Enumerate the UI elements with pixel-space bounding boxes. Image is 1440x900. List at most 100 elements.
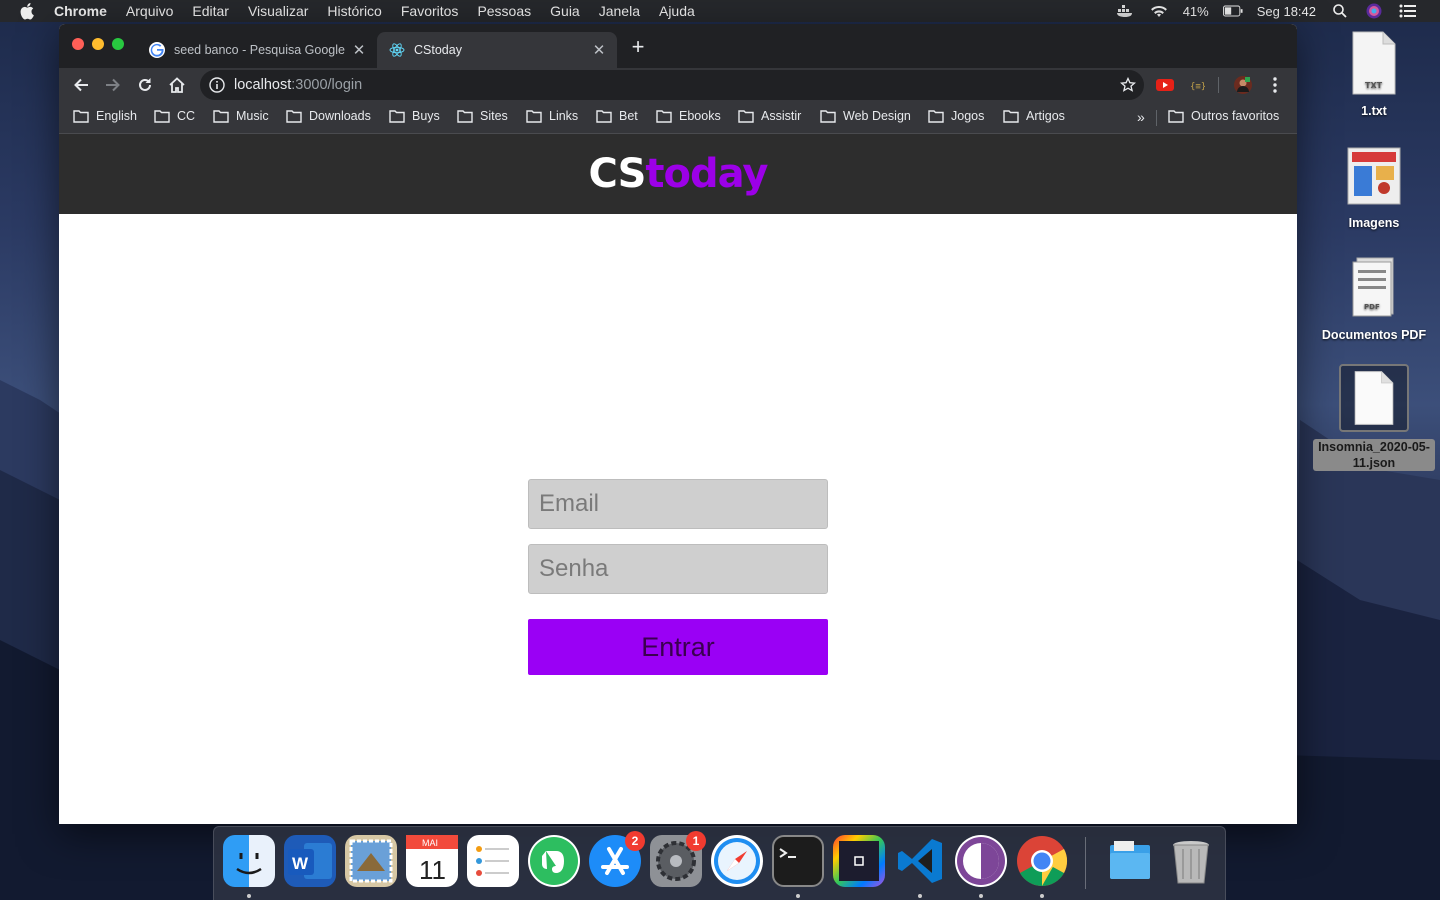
battery-icon[interactable] xyxy=(1222,3,1243,19)
minimize-window-button[interactable] xyxy=(92,38,104,50)
bookmark-folder-artigos[interactable]: Artigos xyxy=(1003,109,1065,123)
menu-favoritos[interactable]: Favoritos xyxy=(401,3,459,19)
desktop-folder-documentos-pdf[interactable]: PDF Documentos PDF xyxy=(1309,254,1439,343)
reminders-icon[interactable] xyxy=(467,835,519,887)
tor-browser-icon[interactable] xyxy=(955,835,1007,887)
login-form: Entrar xyxy=(528,479,828,675)
bookmark-folder-bet[interactable]: Bet xyxy=(596,109,638,123)
desktop-icon-label: Imagens xyxy=(1348,216,1400,230)
menu-pessoas[interactable]: Pessoas xyxy=(477,3,531,19)
desktop-file-insomnia-json[interactable]: Insomnia_2020-05-11.json xyxy=(1309,364,1439,471)
menu-arquivo[interactable]: Arquivo xyxy=(126,3,173,19)
bookmark-folder-sites[interactable]: Sites xyxy=(457,109,508,123)
safari-icon[interactable] xyxy=(711,835,763,887)
site-logo[interactable]: CStoday xyxy=(588,151,769,197)
reload-button[interactable] xyxy=(132,72,158,98)
folder-icon xyxy=(596,109,612,123)
email-input[interactable] xyxy=(528,479,828,529)
desktop-folder-imagens[interactable]: Imagens xyxy=(1309,142,1439,231)
bookmark-label: Downloads xyxy=(309,109,371,123)
back-button[interactable] xyxy=(68,72,94,98)
apple-icon[interactable] xyxy=(20,2,36,20)
close-tab-icon[interactable]: ✕ xyxy=(591,42,607,59)
menu-guia[interactable]: Guia xyxy=(550,3,580,19)
forward-button[interactable] xyxy=(100,72,126,98)
app-store-badge: 2 xyxy=(625,831,645,851)
running-indicator xyxy=(796,894,800,898)
tab-google-search[interactable]: seed banco - Pesquisa Google ✕ xyxy=(137,32,377,68)
desktop-icon-label: Documentos PDF xyxy=(1321,328,1427,342)
menu-historico[interactable]: Histórico xyxy=(327,3,381,19)
docker-icon[interactable] xyxy=(1115,3,1135,19)
menu-ajuda[interactable]: Ajuda xyxy=(659,3,695,19)
bookmark-folder-web-design[interactable]: Web Design xyxy=(820,109,911,123)
folder-icon xyxy=(286,109,302,123)
desktop-icon-label: 1.txt xyxy=(1361,104,1387,118)
menu-janela[interactable]: Janela xyxy=(599,3,640,19)
vscode-icon[interactable] xyxy=(894,835,946,887)
spotlight-search-icon[interactable] xyxy=(1330,3,1350,19)
finder-icon[interactable] xyxy=(223,835,275,887)
bookmark-folder-downloads[interactable]: Downloads xyxy=(286,109,371,123)
arrow-left-icon xyxy=(74,78,88,92)
react-icon xyxy=(389,42,405,58)
tab-cstoday[interactable]: CStoday ✕ xyxy=(377,32,617,68)
menu-kebab-icon[interactable] xyxy=(1266,77,1284,93)
address-bar[interactable]: localhost:3000/login xyxy=(200,70,1144,100)
bookmark-folder-jogos[interactable]: Jogos xyxy=(928,109,984,123)
folder-icon xyxy=(73,109,89,123)
app-store-icon[interactable]: 2 xyxy=(589,831,645,887)
info-icon[interactable] xyxy=(209,77,225,93)
menu-app-name[interactable]: Chrome xyxy=(54,3,107,19)
downloads-stack-icon[interactable] xyxy=(1104,835,1156,887)
folder-icon xyxy=(154,109,170,123)
bookmark-folder-ebooks[interactable]: Ebooks xyxy=(656,109,721,123)
wifi-icon[interactable] xyxy=(1149,3,1169,19)
notification-center-icon[interactable] xyxy=(1398,3,1418,19)
menu-visualizar[interactable]: Visualizar xyxy=(248,3,308,19)
close-tab-icon[interactable]: ✕ xyxy=(351,42,367,59)
bookmark-folder-english[interactable]: English xyxy=(73,109,137,123)
trash-icon[interactable] xyxy=(1165,835,1217,887)
desktop-file-1-txt[interactable]: TXT 1.txt xyxy=(1309,30,1439,119)
url-path: :3000/login xyxy=(291,77,363,93)
dock-separator xyxy=(1085,837,1086,889)
bookmark-folder-other[interactable]: Outros favoritos xyxy=(1168,109,1279,123)
bookmark-star-icon[interactable] xyxy=(1120,77,1136,93)
calendar-icon[interactable]: MAI 11 xyxy=(406,835,458,887)
bookmark-label: Music xyxy=(236,109,269,123)
youtube-extension-icon[interactable] xyxy=(1156,77,1174,93)
system-preferences-icon[interactable]: 1 xyxy=(650,831,706,887)
bookmark-folder-assistir[interactable]: Assistir xyxy=(738,109,801,123)
bookmark-folder-music[interactable]: Music xyxy=(213,109,269,123)
new-tab-button[interactable]: + xyxy=(627,36,649,59)
siri-icon[interactable] xyxy=(1364,3,1384,19)
logo-cs: CS xyxy=(588,151,647,197)
bookmark-label: Web Design xyxy=(843,109,911,123)
mail-icon[interactable] xyxy=(345,835,397,887)
close-window-button[interactable] xyxy=(72,38,84,50)
home-button[interactable] xyxy=(164,72,190,98)
bookmark-label: Outros favoritos xyxy=(1191,109,1280,123)
word-icon[interactable]: W xyxy=(284,835,336,887)
bookmark-folder-cc[interactable]: CC xyxy=(154,109,195,123)
chrome-icon[interactable] xyxy=(1016,835,1068,887)
screen-capture-icon[interactable] xyxy=(833,835,885,887)
clock[interactable]: Seg 18:42 xyxy=(1257,4,1316,19)
more-bookmarks-button[interactable]: » xyxy=(1137,109,1145,125)
home-icon xyxy=(169,77,185,93)
login-button[interactable]: Entrar xyxy=(528,619,828,675)
terminal-icon[interactable] xyxy=(772,835,824,887)
password-input[interactable] xyxy=(528,544,828,594)
evernote-icon[interactable] xyxy=(528,835,580,887)
profile-avatar[interactable] xyxy=(1234,76,1252,94)
bookmark-folder-buys[interactable]: Buys xyxy=(389,109,440,123)
bookmark-label: Artigos xyxy=(1026,109,1065,123)
bookmark-label: Assistir xyxy=(761,109,802,123)
bookmark-folder-links[interactable]: Links xyxy=(526,109,578,123)
json-extension-icon[interactable]: {≡} xyxy=(1188,77,1206,93)
desktop-icon-label: Insomnia_2020-05-11.json xyxy=(1313,439,1435,471)
zoom-window-button[interactable] xyxy=(112,38,124,50)
system-preferences-badge: 1 xyxy=(686,831,706,851)
menu-editar[interactable]: Editar xyxy=(192,3,229,19)
